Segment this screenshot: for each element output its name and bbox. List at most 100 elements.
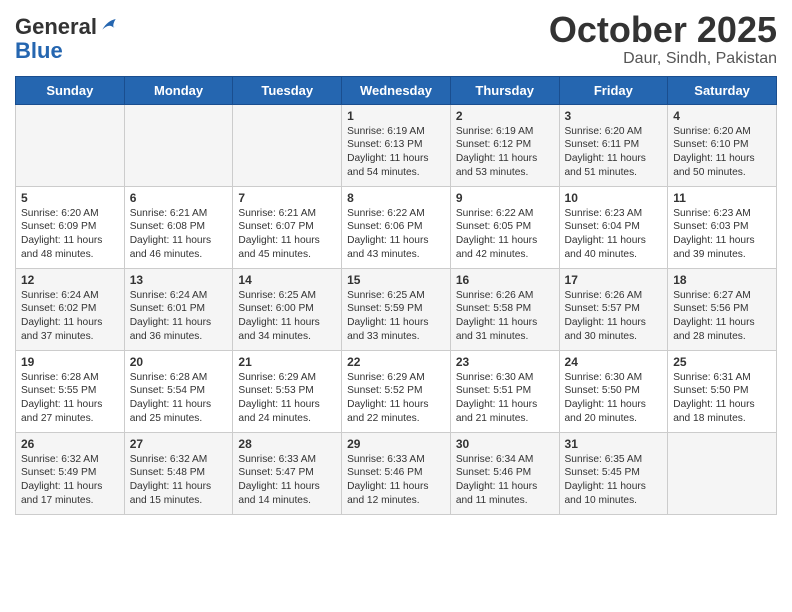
day-info: Sunrise: 6:27 AMSunset: 5:56 PMDaylight:…	[673, 289, 771, 344]
calendar-cell: 22 Sunrise: 6:29 AMSunset: 5:52 PMDayligh…	[342, 350, 451, 432]
day-number: 19	[21, 355, 119, 369]
day-info: Sunrise: 6:23 AMSunset: 6:03 PMDaylight:…	[673, 207, 771, 262]
calendar-cell: 31 Sunrise: 6:35 AMSunset: 5:45 PMDayligh…	[559, 432, 668, 514]
calendar-cell: 13 Sunrise: 6:24 AMSunset: 6:01 PMDayligh…	[124, 268, 233, 350]
day-number: 24	[565, 355, 663, 369]
day-number: 15	[347, 273, 445, 287]
logo-blue: Blue	[15, 38, 63, 63]
weekday-header-wednesday: Wednesday	[342, 76, 451, 104]
day-number: 12	[21, 273, 119, 287]
day-number: 4	[673, 109, 771, 123]
calendar-cell: 14 Sunrise: 6:25 AMSunset: 6:00 PMDayligh…	[233, 268, 342, 350]
day-info: Sunrise: 6:30 AMSunset: 5:51 PMDaylight:…	[456, 371, 554, 426]
day-info: Sunrise: 6:20 AMSunset: 6:10 PMDaylight:…	[673, 125, 771, 180]
title-block: October 2025 Daur, Sindh, Pakistan	[549, 10, 777, 68]
day-info: Sunrise: 6:24 AMSunset: 6:02 PMDaylight:…	[21, 289, 119, 344]
calendar-cell: 20 Sunrise: 6:28 AMSunset: 5:54 PMDayligh…	[124, 350, 233, 432]
calendar-cell: 23 Sunrise: 6:30 AMSunset: 5:51 PMDayligh…	[450, 350, 559, 432]
calendar-cell: 27 Sunrise: 6:32 AMSunset: 5:48 PMDayligh…	[124, 432, 233, 514]
day-info: Sunrise: 6:33 AMSunset: 5:47 PMDaylight:…	[238, 453, 336, 508]
day-info: Sunrise: 6:29 AMSunset: 5:52 PMDaylight:…	[347, 371, 445, 426]
logo: General Blue	[15, 10, 119, 63]
day-number: 13	[130, 273, 228, 287]
day-info: Sunrise: 6:20 AMSunset: 6:09 PMDaylight:…	[21, 207, 119, 262]
day-number: 5	[21, 191, 119, 205]
calendar-cell: 7 Sunrise: 6:21 AMSunset: 6:07 PMDaylight…	[233, 186, 342, 268]
header: General Blue October 2025 Daur, Sindh, P…	[15, 10, 777, 68]
day-number: 30	[456, 437, 554, 451]
day-info: Sunrise: 6:28 AMSunset: 5:55 PMDaylight:…	[21, 371, 119, 426]
calendar-cell: 26 Sunrise: 6:32 AMSunset: 5:49 PMDayligh…	[16, 432, 125, 514]
day-number: 10	[565, 191, 663, 205]
weekday-header-thursday: Thursday	[450, 76, 559, 104]
day-number: 2	[456, 109, 554, 123]
calendar-cell: 3Sunrise: 6:20 AMSunset: 6:11 PMDaylight…	[559, 104, 668, 186]
day-number: 20	[130, 355, 228, 369]
day-number: 11	[673, 191, 771, 205]
calendar-cell	[124, 104, 233, 186]
calendar-cell	[16, 104, 125, 186]
day-info: Sunrise: 6:25 AMSunset: 6:00 PMDaylight:…	[238, 289, 336, 344]
page-subtitle: Daur, Sindh, Pakistan	[549, 50, 777, 68]
calendar-cell: 17 Sunrise: 6:26 AMSunset: 5:57 PMDayligh…	[559, 268, 668, 350]
day-number: 28	[238, 437, 336, 451]
weekday-header-saturday: Saturday	[668, 76, 777, 104]
day-info: Sunrise: 6:35 AMSunset: 5:45 PMDaylight:…	[565, 453, 663, 508]
day-info: Sunrise: 6:32 AMSunset: 5:49 PMDaylight:…	[21, 453, 119, 508]
day-number: 31	[565, 437, 663, 451]
calendar-cell: 12 Sunrise: 6:24 AMSunset: 6:02 PMDayligh…	[16, 268, 125, 350]
calendar-cell: 2 Sunrise: 6:19 AMSunset: 6:12 PMDaylight…	[450, 104, 559, 186]
day-info: Sunrise: 6:26 AMSunset: 5:58 PMDaylight:…	[456, 289, 554, 344]
calendar-cell	[668, 432, 777, 514]
day-number: 1	[347, 109, 445, 123]
day-number: 22	[347, 355, 445, 369]
day-info: Sunrise: 6:28 AMSunset: 5:54 PMDaylight:…	[130, 371, 228, 426]
calendar-cell: 8 Sunrise: 6:22 AMSunset: 6:06 PMDaylight…	[342, 186, 451, 268]
day-info: Sunrise: 6:33 AMSunset: 5:46 PMDaylight:…	[347, 453, 445, 508]
calendar-cell: 25Sunrise: 6:31 AMSunset: 5:50 PMDayligh…	[668, 350, 777, 432]
day-number: 18	[673, 273, 771, 287]
calendar-table: SundayMondayTuesdayWednesdayThursdayFrid…	[15, 76, 777, 515]
day-info: Sunrise: 6:22 AMSunset: 6:05 PMDaylight:…	[456, 207, 554, 262]
day-info: Sunrise: 6:20 AMSunset: 6:11 PMDaylight:…	[565, 125, 663, 180]
day-info: Sunrise: 6:23 AMSunset: 6:04 PMDaylight:…	[565, 207, 663, 262]
calendar-cell: 16Sunrise: 6:26 AMSunset: 5:58 PMDayligh…	[450, 268, 559, 350]
calendar-cell: 24Sunrise: 6:30 AMSunset: 5:50 PMDayligh…	[559, 350, 668, 432]
day-info: Sunrise: 6:24 AMSunset: 6:01 PMDaylight:…	[130, 289, 228, 344]
day-number: 9	[456, 191, 554, 205]
day-info: Sunrise: 6:31 AMSunset: 5:50 PMDaylight:…	[673, 371, 771, 426]
calendar-cell: 4 Sunrise: 6:20 AMSunset: 6:10 PMDaylight…	[668, 104, 777, 186]
day-info: Sunrise: 6:19 AMSunset: 6:12 PMDaylight:…	[456, 125, 554, 180]
day-info: Sunrise: 6:25 AMSunset: 5:59 PMDaylight:…	[347, 289, 445, 344]
calendar-cell: 5 Sunrise: 6:20 AMSunset: 6:09 PMDaylight…	[16, 186, 125, 268]
calendar-cell: 9 Sunrise: 6:22 AMSunset: 6:05 PMDaylight…	[450, 186, 559, 268]
day-info: Sunrise: 6:32 AMSunset: 5:48 PMDaylight:…	[130, 453, 228, 508]
page-title: October 2025	[549, 10, 777, 50]
calendar-cell: 29Sunrise: 6:33 AMSunset: 5:46 PMDayligh…	[342, 432, 451, 514]
day-number: 27	[130, 437, 228, 451]
day-number: 17	[565, 273, 663, 287]
weekday-header-tuesday: Tuesday	[233, 76, 342, 104]
day-info: Sunrise: 6:22 AMSunset: 6:06 PMDaylight:…	[347, 207, 445, 262]
day-number: 8	[347, 191, 445, 205]
day-number: 7	[238, 191, 336, 205]
day-info: Sunrise: 6:19 AMSunset: 6:13 PMDaylight:…	[347, 125, 445, 180]
calendar-cell: 28 Sunrise: 6:33 AMSunset: 5:47 PMDayligh…	[233, 432, 342, 514]
day-info: Sunrise: 6:21 AMSunset: 6:08 PMDaylight:…	[130, 207, 228, 262]
day-number: 23	[456, 355, 554, 369]
day-info: Sunrise: 6:21 AMSunset: 6:07 PMDaylight:…	[238, 207, 336, 262]
logo-general: General	[15, 15, 97, 39]
calendar-cell: 1 Sunrise: 6:19 AMSunset: 6:13 PMDaylight…	[342, 104, 451, 186]
day-info: Sunrise: 6:29 AMSunset: 5:53 PMDaylight:…	[238, 371, 336, 426]
day-number: 14	[238, 273, 336, 287]
weekday-header-friday: Friday	[559, 76, 668, 104]
logo-bird-icon	[99, 16, 119, 36]
day-number: 21	[238, 355, 336, 369]
calendar-cell: 30Sunrise: 6:34 AMSunset: 5:46 PMDayligh…	[450, 432, 559, 514]
weekday-header-monday: Monday	[124, 76, 233, 104]
calendar-cell: 18 Sunrise: 6:27 AMSunset: 5:56 PMDayligh…	[668, 268, 777, 350]
calendar-cell	[233, 104, 342, 186]
day-info: Sunrise: 6:26 AMSunset: 5:57 PMDaylight:…	[565, 289, 663, 344]
calendar-cell: 19 Sunrise: 6:28 AMSunset: 5:55 PMDayligh…	[16, 350, 125, 432]
day-number: 26	[21, 437, 119, 451]
